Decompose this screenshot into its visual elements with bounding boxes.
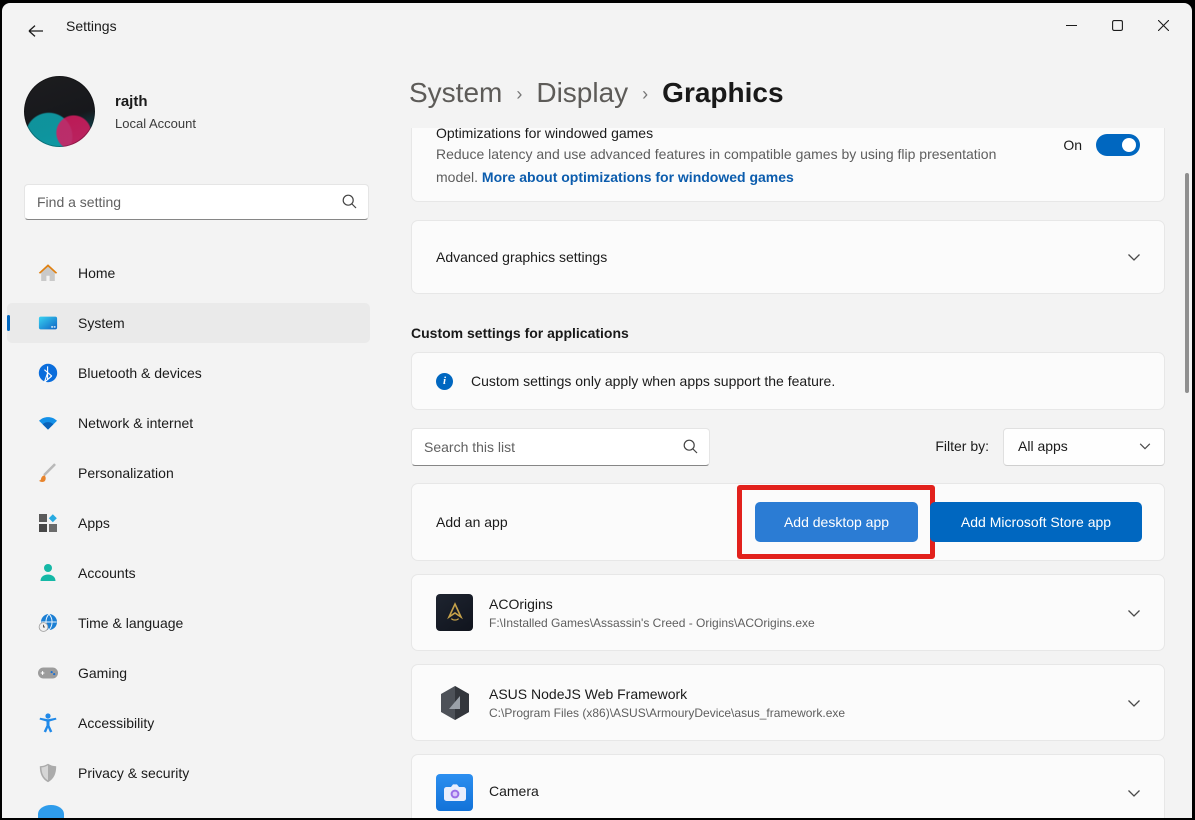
windows-update-icon[interactable]	[38, 805, 64, 818]
app-name: Camera	[489, 783, 539, 799]
toggle-knob	[1122, 138, 1136, 152]
optimizations-windowed-games-card: Optimizations for windowed games Reduce …	[411, 128, 1165, 202]
toggle-state-label: On	[1063, 137, 1082, 153]
sidebar: rajth Local Account Home	[2, 51, 382, 818]
selection-indicator	[7, 315, 10, 331]
advanced-graphics-settings-label: Advanced graphics settings	[436, 249, 607, 265]
settings-window: Settings rajth Local Account	[2, 3, 1192, 818]
filter-by-label: Filter by:	[935, 438, 989, 454]
info-icon: i	[436, 373, 453, 390]
bluetooth-icon	[38, 363, 58, 383]
search-list-box[interactable]	[411, 428, 710, 466]
sidebar-nav: Home System Bluetooth & devices	[2, 248, 382, 818]
info-text: Custom settings only apply when apps sup…	[471, 373, 835, 389]
sidebar-item-privacy-security[interactable]: Privacy & security	[7, 753, 370, 793]
accounts-icon	[38, 563, 58, 583]
window-controls	[1048, 9, 1186, 41]
app-path: F:\Installed Games\Assassin's Creed - Or…	[489, 616, 815, 630]
minimize-icon	[1066, 20, 1077, 31]
sidebar-item-personalization[interactable]: Personalization	[7, 453, 370, 493]
find-a-setting-input[interactable]	[37, 186, 327, 218]
sidebar-item-gaming[interactable]: Gaming	[7, 653, 370, 693]
chevron-down-icon[interactable]	[1126, 785, 1142, 801]
accessibility-icon	[38, 713, 58, 733]
advanced-graphics-settings-card[interactable]: Advanced graphics settings	[411, 220, 1165, 294]
add-an-app-card: Add an app Add desktop app Add Microsoft…	[411, 483, 1165, 561]
sidebar-item-network-internet[interactable]: Network & internet	[7, 403, 370, 443]
add-an-app-label: Add an app	[436, 514, 508, 530]
breadcrumb-separator: ›	[642, 81, 648, 105]
content-scroll-area[interactable]: Optimizations for windowed games Reduce …	[411, 128, 1165, 818]
find-a-setting-box[interactable]	[24, 184, 369, 220]
breadcrumb: System › Display › Graphics	[409, 77, 784, 109]
back-arrow-icon	[28, 24, 44, 38]
chevron-down-icon[interactable]	[1126, 249, 1142, 265]
sidebar-item-time-language[interactable]: Time & language	[7, 603, 370, 643]
vertical-scrollbar[interactable]	[1185, 173, 1189, 393]
user-account-type: Local Account	[115, 116, 196, 131]
list-tools-row: Filter by: All apps	[411, 428, 1165, 466]
acorigins-app-icon	[436, 594, 473, 631]
chevron-down-icon[interactable]	[1126, 695, 1142, 711]
wifi-icon	[38, 413, 58, 433]
time-language-icon	[38, 613, 58, 633]
search-icon	[342, 194, 357, 209]
app-name: ACOrigins	[489, 596, 815, 612]
camera-app-icon	[436, 774, 473, 811]
search-icon	[683, 439, 698, 454]
asus-framework-app-icon	[436, 684, 473, 721]
app-row-camera[interactable]: Camera	[411, 754, 1165, 818]
sidebar-item-home[interactable]: Home	[7, 253, 370, 293]
home-icon	[38, 263, 58, 283]
annotation-highlight: Add desktop app	[737, 485, 935, 559]
sidebar-item-accessibility[interactable]: Accessibility	[7, 703, 370, 743]
more-about-optimizations-link[interactable]: More about optimizations for windowed ga…	[482, 169, 794, 185]
chevron-down-icon	[1138, 439, 1152, 453]
back-button[interactable]	[20, 19, 52, 43]
user-avatar[interactable]	[24, 76, 95, 147]
app-row-asus-nodejs[interactable]: ASUS NodeJS Web Framework C:\Program Fil…	[411, 664, 1165, 741]
optimizations-toggle[interactable]	[1096, 134, 1140, 156]
maximize-icon	[1112, 20, 1123, 31]
close-button[interactable]	[1140, 9, 1186, 41]
app-path: C:\Program Files (x86)\ASUS\ArmouryDevic…	[489, 706, 845, 720]
add-desktop-app-button[interactable]: Add desktop app	[755, 502, 918, 542]
custom-settings-heading: Custom settings for applications	[411, 325, 1165, 341]
titlebar: Settings	[2, 3, 1192, 51]
minimize-button[interactable]	[1048, 9, 1094, 41]
breadcrumb-system[interactable]: System	[409, 77, 502, 109]
shield-icon	[38, 763, 58, 783]
maximize-button[interactable]	[1094, 9, 1140, 41]
sidebar-item-apps[interactable]: Apps	[7, 503, 370, 543]
sidebar-item-system[interactable]: System	[7, 303, 370, 343]
breadcrumb-current-graphics: Graphics	[662, 77, 783, 109]
breadcrumb-display[interactable]: Display	[536, 77, 628, 109]
sidebar-item-bluetooth-devices[interactable]: Bluetooth & devices	[7, 353, 370, 393]
user-name: rajth	[115, 93, 148, 110]
optimizations-title: Optimizations for windowed games	[412, 128, 1164, 141]
search-list-input[interactable]	[424, 430, 664, 464]
apps-icon	[38, 513, 58, 533]
chevron-down-icon[interactable]	[1126, 605, 1142, 621]
optimizations-description: Reduce latency and use advanced features…	[412, 141, 1060, 189]
app-row-acorigins[interactable]: ACOrigins F:\Installed Games\Assassin's …	[411, 574, 1165, 651]
app-title: Settings	[66, 18, 117, 34]
gaming-icon	[38, 663, 58, 683]
info-bar: i Custom settings only apply when apps s…	[411, 352, 1165, 410]
app-name: ASUS NodeJS Web Framework	[489, 686, 845, 702]
sidebar-item-accounts[interactable]: Accounts	[7, 553, 370, 593]
filter-selected-value: All apps	[1018, 438, 1068, 454]
add-microsoft-store-app-button[interactable]: Add Microsoft Store app	[930, 502, 1142, 542]
filter-dropdown[interactable]: All apps	[1003, 428, 1165, 466]
breadcrumb-separator: ›	[516, 81, 522, 105]
close-icon	[1158, 20, 1169, 31]
paintbrush-icon	[38, 463, 58, 483]
system-icon	[38, 313, 58, 333]
